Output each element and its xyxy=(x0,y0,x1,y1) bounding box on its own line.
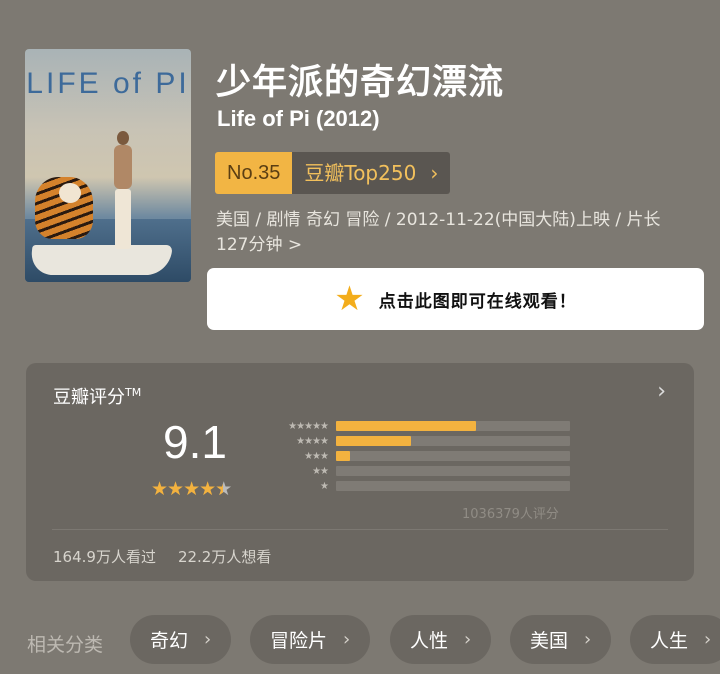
watched-count[interactable]: 164.9万人看过 xyxy=(53,546,156,567)
chevron-right-icon: › xyxy=(584,629,592,650)
rank-number: No.35 xyxy=(215,152,293,194)
chevron-right-icon: › xyxy=(704,629,712,650)
movie-original-title: Life of Pi (2012) xyxy=(217,106,380,131)
movie-poster[interactable]: LIFE of PI xyxy=(25,49,191,282)
category-chip[interactable]: 冒险片 › xyxy=(250,615,371,664)
distribution-stars-label: ★ xyxy=(320,480,329,492)
rating-stars: ★★★★★ xyxy=(151,478,232,500)
category-chip[interactable]: 人性 › xyxy=(390,615,492,664)
chevron-right-icon: › xyxy=(204,629,212,650)
star-icon: ★ xyxy=(334,279,365,319)
poster-boat xyxy=(29,245,173,275)
rating-score: 9.1 xyxy=(163,416,227,468)
distribution-bar-track xyxy=(336,436,570,446)
category-chip[interactable]: 奇幻 › xyxy=(130,615,232,664)
wish-count[interactable]: 22.2万人想看 xyxy=(178,546,271,567)
rating-distribution-row: ★★★★★ xyxy=(266,420,570,432)
chevron-right-icon[interactable]: › xyxy=(657,379,666,404)
star-icon: ★ xyxy=(199,478,216,500)
audience-stats: 164.9万人看过 22.2万人想看 xyxy=(53,546,271,567)
watch-online-button[interactable]: ★ 点击此图即可在线观看！ xyxy=(207,268,704,330)
distribution-bar-track xyxy=(336,481,570,491)
distribution-stars-label: ★★★★ xyxy=(296,435,329,447)
distribution-stars-label: ★★★★★ xyxy=(288,420,329,432)
chevron-right-icon: › xyxy=(464,629,472,650)
category-chip[interactable]: 人生 › xyxy=(630,615,720,664)
chevron-right-icon: › xyxy=(343,629,351,650)
watch-online-label: 点击此图即可在线观看！ xyxy=(378,291,577,312)
category-chip-label: 奇幻 xyxy=(150,630,189,652)
distribution-bar-track xyxy=(336,421,570,431)
rating-card-title: 豆瓣评分TM xyxy=(53,386,142,408)
top250-rank-badge[interactable]: No.35 豆瓣Top250 › xyxy=(215,152,451,194)
rating-distribution-row: ★★★ xyxy=(266,450,570,462)
rank-list-link[interactable]: 豆瓣Top250 › xyxy=(292,152,451,194)
distribution-bar-fill xyxy=(336,436,411,446)
divider xyxy=(52,529,668,530)
category-chip-label: 人性 xyxy=(410,630,449,652)
distribution-bar-fill xyxy=(336,421,477,431)
rank-list-label: 豆瓣Top250 xyxy=(304,161,417,185)
related-categories-label: 相关分类 xyxy=(27,634,104,656)
category-chip-label: 美国 xyxy=(530,630,569,652)
category-chip-label: 人生 xyxy=(650,630,689,652)
rating-distribution-row: ★★★★ xyxy=(266,435,570,447)
rating-distribution-row: ★★ xyxy=(266,465,570,477)
vote-count: 1036379人评分 xyxy=(462,507,559,522)
distribution-stars-label: ★★ xyxy=(312,465,329,477)
rating-card[interactable]: 豆瓣评分TM › 9.1 ★★★★★ ★★★★★★★★★★★★★★★ 10363… xyxy=(26,363,694,581)
distribution-bar-track xyxy=(336,451,570,461)
movie-title: 少年派的奇幻漂流 xyxy=(216,63,505,103)
chevron-right-icon: › xyxy=(430,161,439,185)
star-icon: ★ xyxy=(183,478,200,500)
rating-distribution-row: ★ xyxy=(266,480,570,492)
distribution-stars-label: ★★★ xyxy=(304,450,329,462)
distribution-bar-fill xyxy=(336,451,351,461)
half-star-icon: ★ xyxy=(215,478,232,500)
movie-meta-info[interactable]: 美国 / 剧情 奇幻 冒险 / 2012-11-22(中国大陆)上映 / 片长 … xyxy=(216,208,696,258)
star-icon: ★ xyxy=(151,478,168,500)
poster-figure xyxy=(111,131,135,249)
category-chip-label: 冒险片 xyxy=(270,630,328,652)
star-icon: ★ xyxy=(167,478,184,500)
poster-title: LIFE of PI xyxy=(26,67,190,100)
distribution-bar-track xyxy=(336,466,570,476)
category-chip[interactable]: 美国 › xyxy=(510,615,612,664)
